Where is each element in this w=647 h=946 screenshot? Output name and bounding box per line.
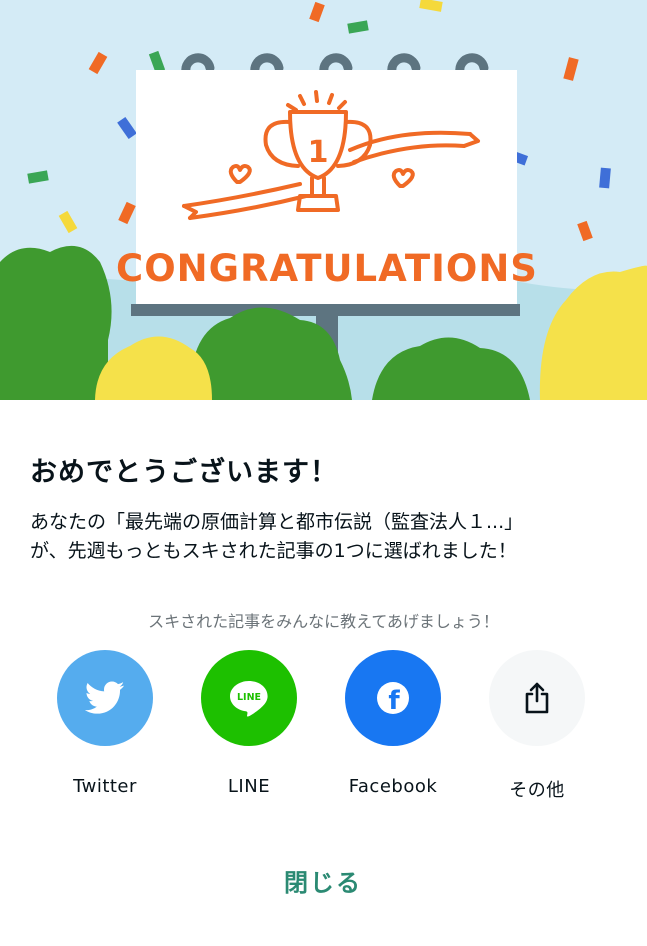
dialog-content: おめでとうございます！ あなたの「最先端の原価計算と都市伝説（監査法人１...」… <box>0 400 647 946</box>
message-line-2: が、先週もっともスキされた記事の1つに選ばれました！ <box>30 540 517 562</box>
dialog-title: おめでとうございます！ <box>30 457 338 488</box>
share-other-button[interactable]: その他 <box>477 650 597 810</box>
facebook-f-icon: f <box>377 682 409 715</box>
share-facebook-button[interactable]: f Facebook <box>333 650 453 810</box>
share-twitter-label: Twitter <box>73 776 137 797</box>
other-share-circle[interactable] <box>489 650 585 746</box>
share-twitter-button[interactable]: Twitter <box>45 650 165 810</box>
trophy-number: 1 <box>308 135 329 170</box>
facebook-logo-text: f <box>388 686 400 715</box>
twitter-bird-icon <box>85 681 125 714</box>
message-line-1: あなたの「最先端の原価計算と都市伝説（監査法人１...」 <box>30 511 524 533</box>
close-button[interactable]: 閉じる <box>223 855 423 905</box>
facebook-circle[interactable]: f <box>345 650 441 746</box>
twitter-circle[interactable] <box>57 650 153 746</box>
share-caption: スキされた記事をみんなに教えてあげましょう！ <box>148 612 499 631</box>
line-logo-text: LINE <box>237 692 261 703</box>
share-other-label: その他 <box>509 780 565 801</box>
share-line-button[interactable]: LINE LINE <box>189 650 309 810</box>
share-facebook-label: Facebook <box>348 776 438 797</box>
share-options: Twitter LINE LINE f Facebook その他 <box>0 650 647 810</box>
share-icon <box>525 682 549 714</box>
line-circle[interactable]: LINE <box>201 650 297 746</box>
dialog-message: あなたの「最先端の原価計算と都市伝説（監査法人１...」 が、先週もっともスキさ… <box>30 508 630 566</box>
congratulations-banner-text: CONGRATULATIONS <box>116 247 538 290</box>
line-logo-icon: LINE <box>230 681 268 717</box>
congratulations-illustration: 1 CONGRATULATIONS <box>0 0 647 400</box>
share-line-label: LINE <box>227 776 271 797</box>
